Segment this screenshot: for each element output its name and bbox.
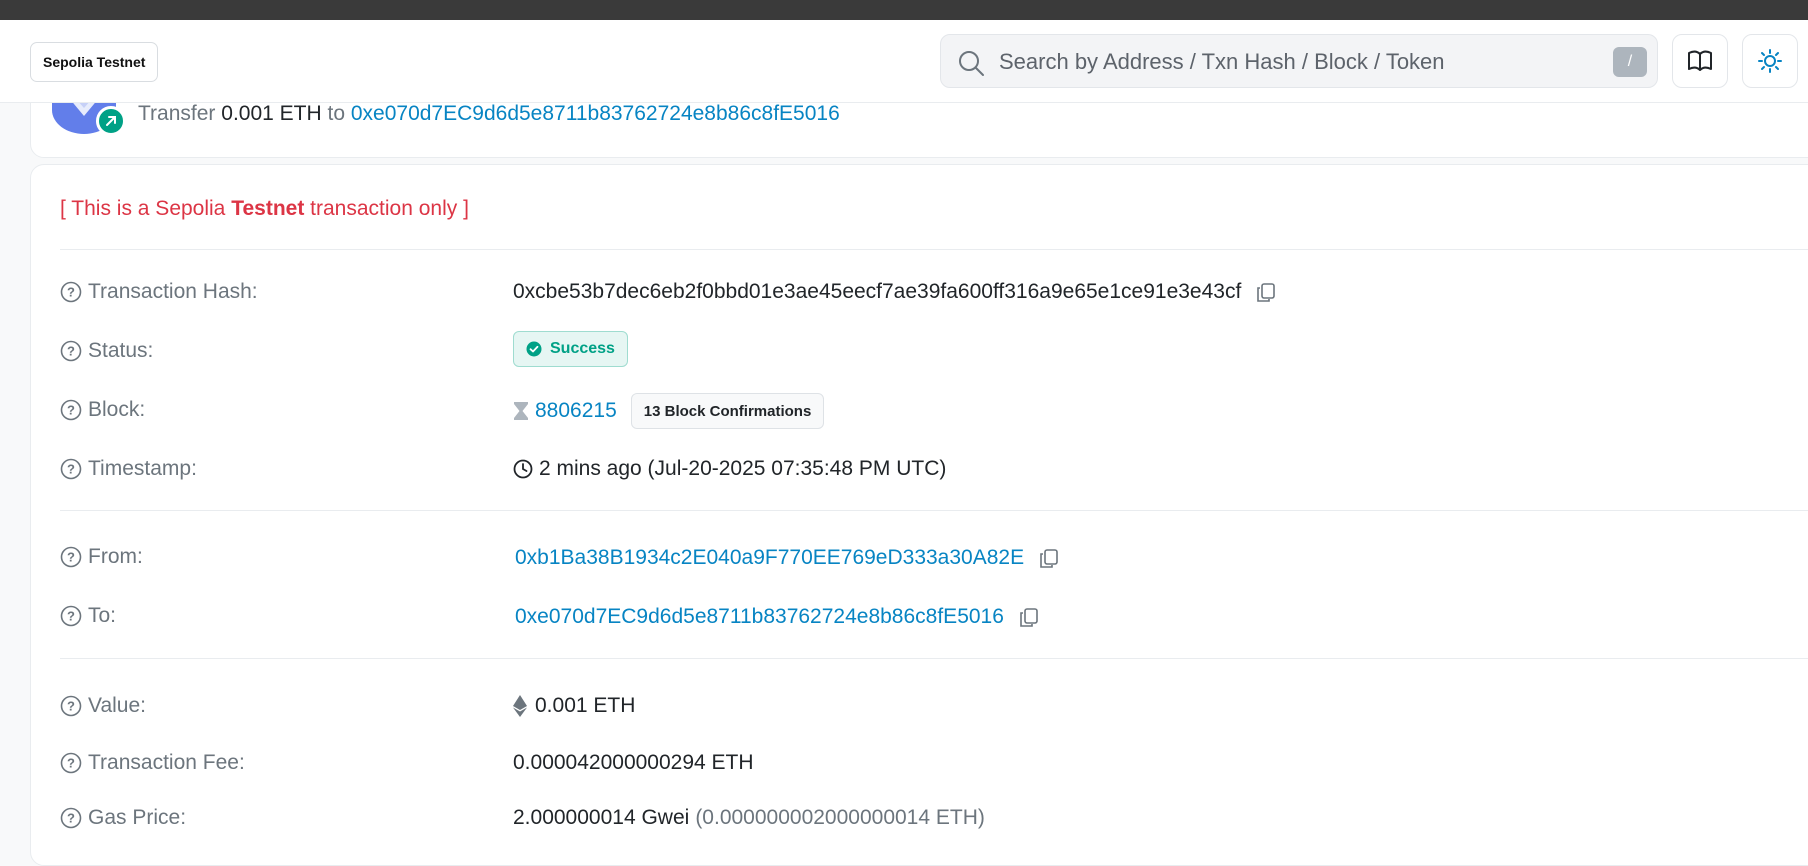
help-question-icon[interactable]: ? <box>60 546 82 568</box>
to-row-label: ? To: <box>60 601 116 631</box>
testnet-notice: [ This is a Sepolia Testnet transaction … <box>60 197 469 221</box>
summary-prefix: Transfer <box>138 102 216 125</box>
gas-value-row: 2.000000014 Gwei (0.000000002000000014 E… <box>513 803 985 833</box>
gas-gwei: 2.000000014 Gwei <box>513 806 690 829</box>
summary-amount: 0.001 ETH <box>221 102 322 125</box>
block-label: Block: <box>88 398 146 421</box>
status-label: Status: <box>88 339 154 362</box>
transaction-details-card <box>30 164 1808 866</box>
tx-hash-label: Transaction Hash: <box>88 280 258 303</box>
confirmations-badge: 13 Block Confirmations <box>630 393 825 429</box>
divider <box>60 658 1808 659</box>
site-header: Sepolia Testnet / <box>0 20 1808 103</box>
divider <box>60 510 1808 511</box>
testnet-notice-open: [ This is a Sepolia <box>60 197 232 220</box>
fee-row-label: ? Transaction Fee: <box>60 748 245 778</box>
testnet-notice-bold: Testnet <box>231 197 305 220</box>
help-question-icon[interactable]: ? <box>60 281 82 303</box>
from-value-row: 0xb1Ba38B1934c2E040a9F770EE769eD333a30A8… <box>515 543 1060 573</box>
svg-text:?: ? <box>67 403 75 418</box>
svg-text:?: ? <box>67 344 75 359</box>
network-badge[interactable]: Sepolia Testnet <box>30 42 159 82</box>
summary-to-address-link[interactable]: 0xe070d7EC9d6d5e8711b83762724e8b86c8fE50… <box>351 102 840 125</box>
status-row-label: ? Status: <box>60 336 153 366</box>
copy-icon[interactable] <box>1038 547 1060 569</box>
status-badge: Success <box>513 331 628 367</box>
divider <box>60 249 1808 250</box>
to-address-link[interactable]: 0xe070d7EC9d6d5e8711b83762724e8b86c8fE50… <box>515 605 1004 629</box>
book-open-icon <box>1688 50 1712 71</box>
search-box[interactable]: / <box>940 34 1658 89</box>
copy-icon[interactable] <box>1018 606 1040 628</box>
sun-icon <box>1758 49 1782 73</box>
from-address-link[interactable]: 0xb1Ba38B1934c2E040a9F770EE769eD333a30A8… <box>515 546 1024 570</box>
fee-value: 0.000042000000294 ETH <box>513 751 754 774</box>
timestamp-value: 2 mins ago (Jul-20-2025 07:35:48 PM UTC) <box>539 457 947 480</box>
summary-to-word: to <box>327 102 346 125</box>
transaction-summary: Transfer 0.001 ETH to 0xe070d7EC9d6d5e87… <box>138 102 840 126</box>
timestamp-row-label: ? Timestamp: <box>60 454 197 484</box>
svg-text:?: ? <box>67 756 75 771</box>
timestamp-value-row: 2 mins ago (Jul-20-2025 07:35:48 PM UTC) <box>513 454 946 484</box>
svg-text:?: ? <box>67 550 75 565</box>
svg-text:?: ? <box>67 285 75 300</box>
value-row-label: ? Value: <box>60 691 146 721</box>
status-text: Success <box>550 340 615 357</box>
to-label: To: <box>88 604 117 627</box>
gas-row-label: ? Gas Price: <box>60 803 186 833</box>
block-number-link[interactable]: 8806215 <box>535 399 617 423</box>
svg-text:?: ? <box>67 609 75 624</box>
docs-button[interactable] <box>1672 34 1728 88</box>
value-amount: 0.001 ETH <box>535 694 636 717</box>
search-icon <box>959 51 984 76</box>
help-question-icon[interactable]: ? <box>60 695 82 717</box>
ethereum-icon <box>513 695 527 717</box>
tx-hash-value: 0xcbe53b7dec6eb2f0bbd01e3ae45eecf7ae39fa… <box>513 280 1242 303</box>
browser-top-bar <box>0 0 1808 20</box>
to-value-row: 0xe070d7EC9d6d5e8711b83762724e8b86c8fE50… <box>515 602 1040 632</box>
clock-icon <box>513 459 533 479</box>
tx-hash-value-row: 0xcbe53b7dec6eb2f0bbd01e3ae45eecf7ae39fa… <box>513 277 1277 307</box>
testnet-notice-close: transaction only ] <box>304 197 469 220</box>
svg-text:?: ? <box>67 462 75 477</box>
theme-toggle-button[interactable] <box>1742 34 1798 88</box>
block-row-label: ? Block: <box>60 395 145 425</box>
search-shortcut-key: / <box>1613 47 1647 77</box>
search-input[interactable] <box>997 35 1541 89</box>
help-question-icon[interactable]: ? <box>60 752 82 774</box>
status-value-row: Success <box>513 331 628 367</box>
svg-text:?: ? <box>67 811 75 826</box>
fee-value-row: 0.000042000000294 ETH <box>513 748 754 778</box>
help-question-icon[interactable]: ? <box>60 605 82 627</box>
from-label: From: <box>88 545 143 568</box>
copy-icon[interactable] <box>1255 281 1277 303</box>
from-row-label: ? From: <box>60 542 143 572</box>
svg-text:?: ? <box>67 699 75 714</box>
help-question-icon[interactable]: ? <box>60 458 82 480</box>
fee-label: Transaction Fee: <box>88 751 245 774</box>
outgoing-arrow-icon <box>96 106 126 136</box>
hourglass-icon <box>514 402 528 420</box>
timestamp-label: Timestamp: <box>88 457 197 480</box>
value-label: Value: <box>88 694 146 717</box>
help-question-icon[interactable]: ? <box>60 340 82 362</box>
gas-label: Gas Price: <box>88 806 187 829</box>
value-value-row: 0.001 ETH <box>513 691 635 721</box>
block-value-row: 8806215 13 Block Confirmations <box>513 393 825 429</box>
check-circle-icon <box>526 341 542 357</box>
help-question-icon[interactable]: ? <box>60 399 82 421</box>
gas-eth: (0.000000002000000014 ETH) <box>695 806 985 829</box>
tx-hash-row-label: ? Transaction Hash: <box>60 277 258 307</box>
